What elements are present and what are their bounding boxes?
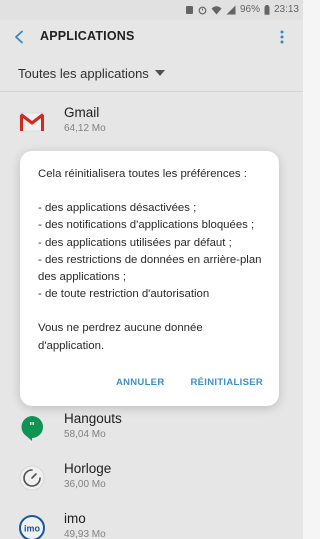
- dialog-list-item: - des notifications d'applications bloqu…: [38, 219, 255, 232]
- dialog-list-item: - de toute restriction d'autorisation: [38, 288, 210, 301]
- dialog-message: Cela réinitialisera toutes les préférenc…: [38, 166, 270, 355]
- reset-button[interactable]: RÉINITIALISER: [190, 377, 263, 388]
- dialog-list-item: - des applications désactivées ;: [38, 202, 197, 215]
- dialog-intro: Cela réinitialisera toutes les préférenc…: [38, 168, 247, 180]
- dialog-actions: ANNULER RÉINITIALISER: [116, 377, 263, 388]
- cancel-button[interactable]: ANNULER: [116, 377, 165, 388]
- dialog-list-item: - des restrictions de données en arrière…: [38, 253, 262, 284]
- dialog-note: Vous ne perdrez aucune donnée d'applicat…: [38, 322, 203, 352]
- dialog-list-item: - des applications utilisées par défaut …: [38, 236, 232, 249]
- reset-preferences-dialog: Cela réinitialisera toutes les préférenc…: [20, 151, 279, 406]
